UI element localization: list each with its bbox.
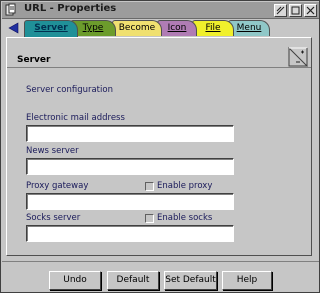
enable-socks-label: Enable socks (157, 213, 213, 223)
set-default-button[interactable]: Set Default (164, 271, 217, 290)
properties-window: URL - Properties Server Type Become Icon… (0, 0, 320, 293)
iconify-button[interactable] (289, 4, 302, 17)
undo-button[interactable]: Undo (49, 271, 101, 290)
tab-strip: Server Type Become Icon File Menu (2, 19, 319, 37)
close-icon (306, 6, 315, 15)
tab-file[interactable]: File (192, 20, 234, 36)
enable-proxy-label: Enable proxy (157, 181, 213, 191)
tab-server[interactable]: Server (24, 20, 78, 37)
socks-server-label: Socks server (26, 213, 81, 223)
news-server-field[interactable] (26, 158, 234, 175)
iconify-icon (291, 6, 300, 15)
page-corner-icon[interactable] (287, 46, 309, 68)
help-button[interactable]: Help (222, 271, 272, 290)
shade-icon (276, 6, 285, 15)
socks-server-field[interactable] (26, 225, 234, 242)
email-label: Electronic mail address (26, 113, 125, 123)
tab-become[interactable]: Become (112, 20, 162, 36)
panel-header: Server (7, 38, 311, 68)
enable-proxy-checkbox[interactable] (145, 182, 154, 191)
server-panel: Server Server configuration Electronic m… (6, 37, 312, 256)
proxy-gateway-field[interactable] (26, 193, 234, 210)
system-menu-icon[interactable] (4, 3, 18, 17)
default-button[interactable]: Default (107, 271, 159, 290)
proxy-gateway-label: Proxy gateway (26, 181, 89, 191)
email-field[interactable] (26, 125, 234, 142)
tab-menu[interactable]: Menu (228, 20, 270, 36)
news-server-label: News server (26, 146, 79, 156)
section-label: Server configuration (26, 85, 113, 95)
panel-title: Server (17, 55, 51, 65)
tab-scroll-left-icon[interactable] (6, 21, 22, 35)
title-bar[interactable]: URL - Properties (2, 2, 319, 19)
button-bar: Undo Default Set Default Help (2, 261, 319, 292)
tab-icon[interactable]: Icon (157, 20, 197, 36)
enable-socks-checkbox[interactable] (145, 214, 154, 223)
shade-button[interactable] (274, 4, 287, 17)
window-title: URL - Properties (24, 3, 117, 14)
close-button[interactable] (304, 4, 317, 17)
